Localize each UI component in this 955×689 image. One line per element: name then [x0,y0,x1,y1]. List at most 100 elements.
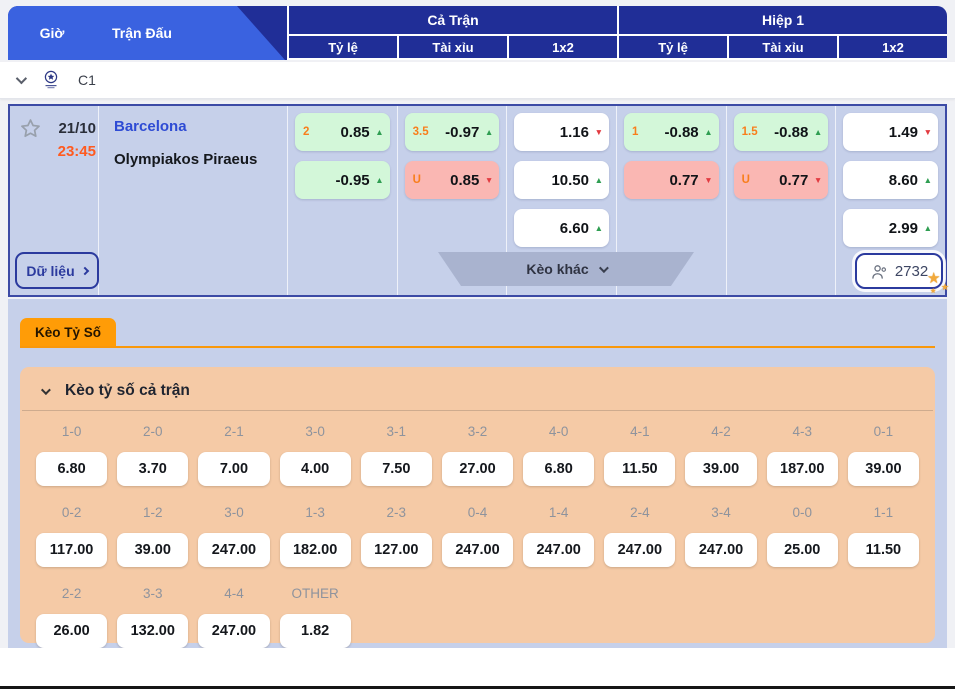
score-odds-button[interactable]: 1.82 [280,614,351,648]
score-odds-button[interactable]: 11.50 [604,452,675,486]
score-odds-button[interactable]: 247.00 [442,533,513,567]
score-row-2: 0-2 117.00 1-2 39.00 3-0 247.00 1-3 182.… [36,505,919,567]
match-teams-cell[interactable]: Barcelona Olympiakos Piraeus [114,118,257,168]
league-row[interactable]: C1 [0,62,955,99]
odds-cell-ft-handicap-2[interactable]: -0.95 [295,161,390,199]
score-odds-button[interactable]: 4.00 [280,452,351,486]
home-team-name[interactable]: Barcelona [114,118,257,135]
score-odds-button[interactable]: 132.00 [117,614,188,648]
panel-header[interactable]: Kèo tỷ số cả trận [22,367,933,411]
odds-cell-fh-1x2-2[interactable]: 8.60 [843,161,938,199]
score-odds-button[interactable]: 3.70 [117,452,188,486]
score-odds-button[interactable]: 247.00 [685,533,756,567]
viewer-count: 2732 [895,263,928,280]
score-label: 2-3 [387,505,407,523]
odds-value: 1.49 [889,124,918,141]
match-time: 23:45 [40,140,96,163]
score-odds-button[interactable]: 7.00 [198,452,269,486]
score-odds-button[interactable]: 247.00 [523,533,594,567]
score-item: 3-0 247.00 [198,505,269,567]
odds-cell-fh-ou-1[interactable]: 1.5 -0.88 [734,113,829,151]
score-label: 2-4 [630,505,650,523]
people-icon [870,263,889,280]
score-item: 4-3 187.00 [767,424,838,486]
chevron-down-icon [599,263,609,273]
betting-page: Giờ Trận Đấu Cả Trận Tỷ lệ Tài xỉu 1x2 H… [0,0,955,689]
subcol-ft-handicap: Tỷ lệ [289,36,397,58]
score-label: 1-1 [874,505,894,523]
score-odds-button[interactable]: 7.50 [361,452,432,486]
sparkle-star-icon: ★ [941,282,949,293]
score-label: 4-4 [224,586,244,604]
score-odds-button[interactable]: 27.00 [442,452,513,486]
odds-cell-fh-1x2-1[interactable]: 1.49 [843,113,938,151]
column-header-match: Trận Đấu [112,6,172,60]
score-label: 3-4 [711,505,731,523]
score-odds-button[interactable]: 25.00 [767,533,838,567]
score-odds-button[interactable]: 39.00 [685,452,756,486]
score-item: 0-2 117.00 [36,505,107,567]
score-odds-button[interactable]: 11.50 [848,533,919,567]
score-label: 1-4 [549,505,569,523]
odds-cell-ft-handicap-1[interactable]: 2 0.85 [295,113,390,151]
score-odds-button[interactable]: 6.80 [523,452,594,486]
away-team-name[interactable]: Olympiakos Piraeus [114,151,257,168]
odds-cell-ft-ou-1[interactable]: 3.5 -0.97 [405,113,500,151]
odds-line-label: 1.5 [742,126,758,138]
score-odds-button[interactable]: 247.00 [198,533,269,567]
score-item: 4-4 247.00 [198,586,269,648]
score-odds-button[interactable]: 6.80 [36,452,107,486]
chevron-down-icon[interactable] [16,73,27,84]
score-odds-button[interactable]: 39.00 [117,533,188,567]
odds-cell-ft-1x2-2[interactable]: 10.50 [514,161,609,199]
odds-table-header: Giờ Trận Đấu Cả Trận Tỷ lệ Tài xỉu 1x2 H… [8,6,947,60]
trend-arrow-icon [375,128,383,137]
score-label: 1-0 [62,424,82,442]
score-item: 1-4 247.00 [523,505,594,567]
score-odds-button[interactable]: 182.00 [280,533,351,567]
score-row-3: 2-2 26.00 3-3 132.00 4-4 247.00 OTHER 1.… [36,586,919,648]
odds-cell-fh-1x2-3[interactable]: 2.99 [843,209,938,247]
score-label: 4-3 [792,424,812,442]
score-label: 2-2 [62,586,82,604]
more-odds-button[interactable]: Kèo khác [438,252,694,286]
trend-arrow-icon [485,128,493,137]
odds-col-ft-handicap: 2 0.85 -0.95 [287,106,397,295]
score-label: 4-0 [549,424,569,442]
chevron-down-icon[interactable] [41,385,51,395]
odds-cell-fh-ou-2[interactable]: U 0.77 [734,161,829,199]
score-odds-button[interactable]: 39.00 [848,452,919,486]
match-date: 21/10 [40,117,96,140]
favorite-star-icon[interactable] [19,117,42,140]
score-item: 2-3 127.00 [361,505,432,567]
score-label: 2-0 [143,424,163,442]
score-odds-button[interactable]: 187.00 [767,452,838,486]
odds-cell-ft-ou-2[interactable]: U 0.85 [405,161,500,199]
odds-cell-ft-1x2-1[interactable]: 1.16 [514,113,609,151]
odds-cell-ft-1x2-3[interactable]: 6.60 [514,209,609,247]
score-odds-button[interactable]: 127.00 [361,533,432,567]
score-odds-button[interactable]: 247.00 [198,614,269,648]
odds-cell-fh-handicap-2[interactable]: 0.77 [624,161,719,199]
score-item: 0-0 25.00 [767,505,838,567]
score-odds-button[interactable]: 247.00 [604,533,675,567]
header-firsthalf-label: Hiệp 1 [619,6,947,34]
odds-value: 6.60 [560,220,589,237]
bottom-whitespace [0,648,955,686]
data-button-label: Dữ liệu [26,263,74,279]
odds-value: 8.60 [889,172,918,189]
score-item: 3-2 27.00 [442,424,513,486]
score-item: 0-4 247.00 [442,505,513,567]
header-group-fulltime: Cả Trận Tỷ lệ Tài xỉu 1x2 [289,6,617,60]
score-label: 1-2 [143,505,163,523]
odds-value: 10.50 [551,172,589,189]
odds-value: 0.85 [340,124,369,141]
data-button[interactable]: Dữ liệu [15,252,99,289]
score-odds-button[interactable]: 117.00 [36,533,107,567]
odds-col-fh-overunder: 1.5 -0.88 U 0.77 [726,106,836,295]
odds-cell-fh-handicap-1[interactable]: 1 -0.88 [624,113,719,151]
tab-score-odds[interactable]: Kèo Tỷ Số [20,318,116,346]
header-odds-columns: Cả Trận Tỷ lệ Tài xỉu 1x2 Hiệp 1 Tỷ lệ T… [287,6,947,60]
score-label: 0-4 [468,505,488,523]
score-odds-button[interactable]: 26.00 [36,614,107,648]
